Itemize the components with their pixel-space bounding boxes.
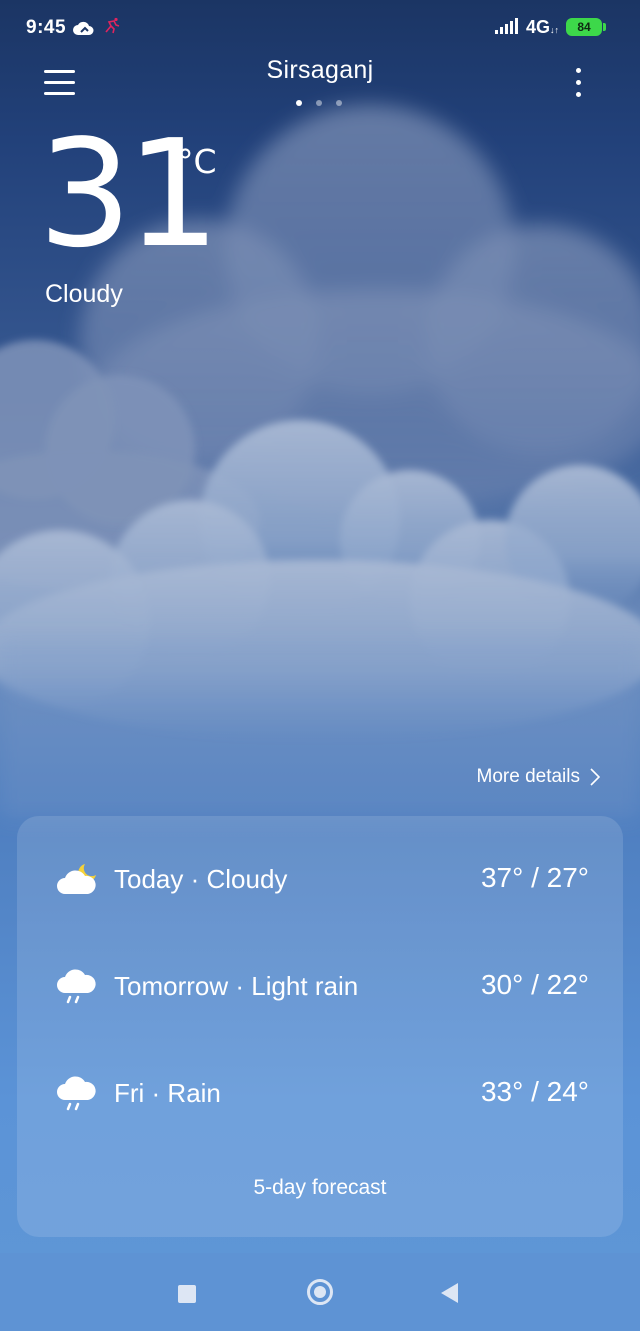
page-indicator [296,100,346,108]
forecast-range: 37° / 27° [480,862,589,893]
battery-icon: 84 [566,18,602,36]
signal-icon [495,18,518,34]
home-icon[interactable] [307,1279,333,1305]
more-options-icon[interactable] [568,66,590,100]
city-name[interactable]: Sirsaganj [0,56,640,85]
rain-icon [57,1076,96,1111]
navigation-bar [0,1253,640,1331]
light-rain-icon [57,969,96,1004]
page-dot [316,100,322,106]
network-activity: ↓↑ [550,25,559,35]
chevron-right-icon [590,768,600,786]
back-icon[interactable] [441,1283,458,1303]
forecast-range: 33° / 24° [480,1076,589,1107]
forecast-label: Today · Cloudy [114,864,288,894]
recent-apps-icon[interactable] [178,1285,196,1303]
forecast-row-today[interactable]: Today · Cloudy 37° / 27° [17,848,623,908]
status-time: 9:45 [26,17,67,38]
forecast-label: Tomorrow · Light rain [114,971,359,1001]
forecast-card: Today · Cloudy 37° / 27° Tomorrow · Ligh… [17,816,623,1237]
forecast-row-tomorrow[interactable]: Tomorrow · Light rain 30° / 22° [17,955,623,1015]
network-type: 4G [526,17,551,37]
cloudy-night-icon [57,864,96,894]
forecast-row-fri[interactable]: Fri · Rain 33° / 24° [17,1062,623,1122]
activity-notification-icon [105,17,120,34]
current-condition: Cloudy [45,280,123,308]
forecast-range: 30° / 22° [480,969,589,1000]
page-dot [336,100,342,106]
battery-level: 84 [577,20,591,34]
page-dot [296,100,302,106]
battery-tip [603,23,606,31]
forecast-label: Fri · Rain [114,1078,221,1108]
cloud-notification-icon [73,21,94,35]
more-details-label: More details [476,766,581,787]
temperature-unit: °C [177,142,217,181]
more-details-link[interactable]: More details [476,766,600,788]
status-bar: 9:45 4G ↓↑ 84 [0,0,640,56]
five-day-forecast-button[interactable]: 5-day forecast [17,1176,623,1200]
